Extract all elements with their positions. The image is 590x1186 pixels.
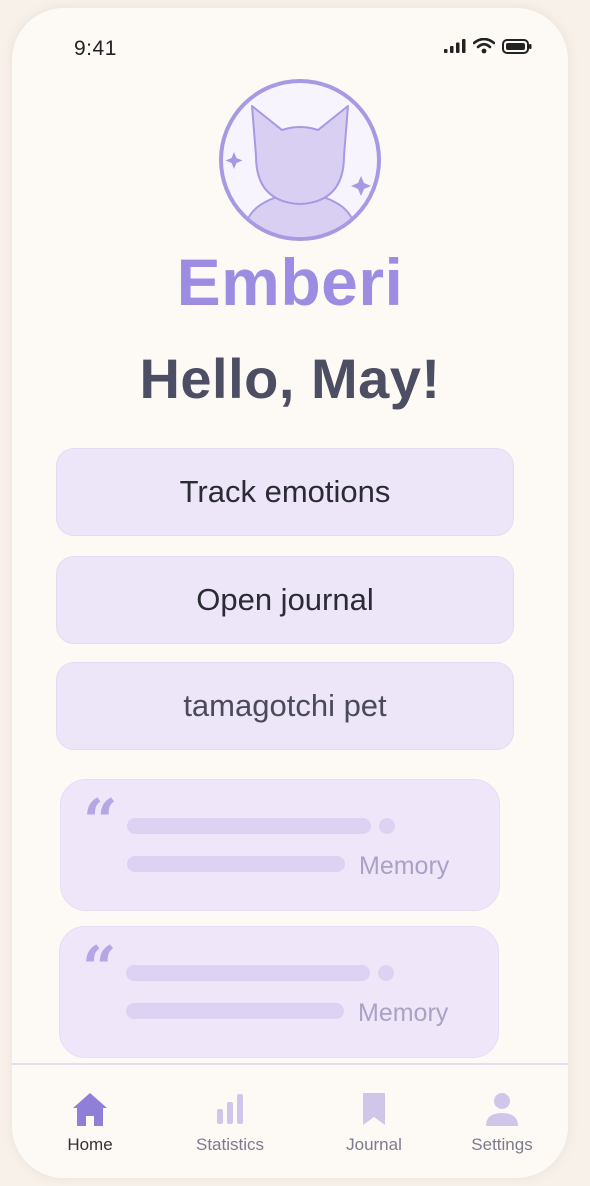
tab-bar: Home Statistics Journal Settings xyxy=(12,1065,568,1178)
wifi-icon xyxy=(473,38,495,54)
memory-label: Memory xyxy=(358,999,449,1027)
quote-icon: “ xyxy=(83,787,118,857)
tab-settings[interactable]: Settings xyxy=(442,1089,562,1155)
status-icons xyxy=(444,38,532,54)
bar-chart-icon xyxy=(217,1094,243,1124)
cat-avatar-logo xyxy=(219,79,381,241)
track-emotions-button[interactable]: Track emotions xyxy=(56,448,514,536)
tab-home[interactable]: Home xyxy=(30,1089,150,1155)
tab-home-label: Home xyxy=(67,1135,113,1154)
tab-statistics-label: Statistics xyxy=(195,1135,265,1154)
status-bar: 9:41 xyxy=(12,8,568,88)
status-time: 9:41 xyxy=(74,37,117,60)
text-placeholder-line xyxy=(127,818,371,834)
text-placeholder-line xyxy=(127,856,345,872)
text-placeholder-line xyxy=(126,1003,344,1019)
tab-settings-label: Settings xyxy=(471,1135,533,1154)
battery-icon xyxy=(502,38,532,54)
memory-card[interactable]: “ Memory xyxy=(59,926,499,1058)
user-icon xyxy=(486,1093,518,1126)
bookmark-icon xyxy=(363,1093,385,1125)
tab-journal[interactable]: Journal xyxy=(314,1089,434,1155)
signal-icon xyxy=(444,39,466,53)
open-journal-button[interactable]: Open journal xyxy=(56,556,514,644)
memory-card[interactable]: “ Memory xyxy=(60,779,500,911)
placeholder-dot xyxy=(379,818,395,834)
app-name: Emberi xyxy=(176,245,404,319)
greeting-heading: Hello, May! xyxy=(139,347,441,410)
phone-screen: 9:41 Emberi Hello, May! Track emotions O… xyxy=(12,8,568,1178)
tab-journal-label: Journal xyxy=(346,1135,402,1154)
tab-statistics[interactable]: Statistics xyxy=(170,1089,290,1155)
home-icon xyxy=(73,1093,107,1126)
memory-label: Memory xyxy=(359,852,450,880)
quote-icon: “ xyxy=(82,934,117,1004)
placeholder-dot xyxy=(378,965,394,981)
text-placeholder-line xyxy=(126,965,370,981)
tamagotchi-pet-button[interactable]: tamagotchi pet xyxy=(56,662,514,750)
